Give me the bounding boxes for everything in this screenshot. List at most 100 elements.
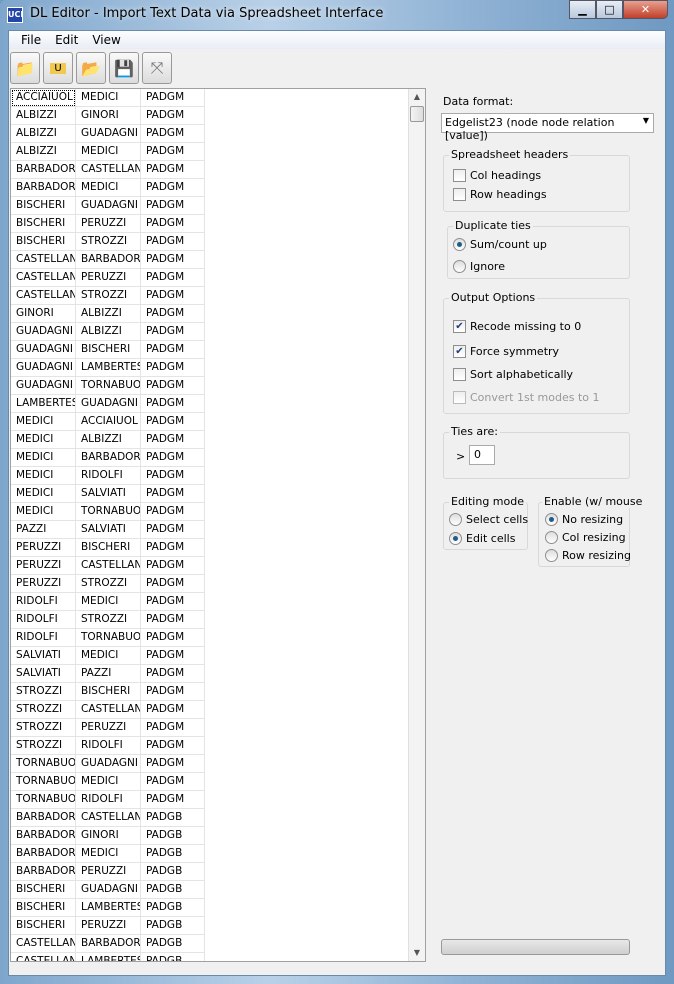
grid-cell[interactable]: MEDICI: [11, 467, 76, 485]
grid-cell[interactable]: TORNABUON: [11, 755, 76, 773]
grid-cell[interactable]: RIDOLFI: [11, 593, 76, 611]
grid-cell[interactable]: PADGB: [141, 827, 205, 845]
new-folder-button[interactable]: 📁: [10, 52, 40, 84]
grid-cell[interactable]: PADGB: [141, 881, 205, 899]
grid-cell[interactable]: MEDICI: [76, 845, 141, 863]
grid-cell[interactable]: RIDOLFI: [11, 611, 76, 629]
grid-cell[interactable]: GINORI: [76, 827, 141, 845]
grid-cell[interactable]: PERUZZI: [76, 863, 141, 881]
grid-cell[interactable]: GUADAGNI: [11, 341, 76, 359]
grid-cell[interactable]: PADGM: [141, 89, 205, 107]
save-button[interactable]: 💾: [109, 52, 139, 84]
grid-cell[interactable]: GUADAGNI: [11, 377, 76, 395]
grid-cell[interactable]: MEDICI: [76, 647, 141, 665]
grid-cell[interactable]: SALVIATI: [11, 665, 76, 683]
grid-cell[interactable]: PADGM: [141, 719, 205, 737]
menu-view[interactable]: View: [85, 31, 127, 49]
grid-cell[interactable]: PADGM: [141, 179, 205, 197]
vertical-scrollbar[interactable]: ▲ ▼: [408, 89, 425, 961]
grid-cell[interactable]: GINORI: [76, 107, 141, 125]
scroll-thumb[interactable]: [410, 106, 424, 122]
sum-count-radio[interactable]: Sum/count up: [453, 238, 547, 251]
grid-cell[interactable]: STROZZI: [76, 611, 141, 629]
grid-cell[interactable]: MEDICI: [76, 773, 141, 791]
grid-cell[interactable]: PAZZI: [11, 521, 76, 539]
compress-button[interactable]: ⤧: [142, 52, 172, 84]
grid-cell[interactable]: PADGB: [141, 845, 205, 863]
grid-cell[interactable]: STROZZI: [76, 287, 141, 305]
grid-cell[interactable]: LAMBERTES: [76, 899, 141, 917]
grid-cell[interactable]: BISCHERI: [76, 341, 141, 359]
grid-cell[interactable]: PERUZZI: [11, 539, 76, 557]
grid-cell[interactable]: BISCHERI: [11, 233, 76, 251]
grid-cell[interactable]: ALBIZZI: [76, 431, 141, 449]
grid-cell[interactable]: BARBADORI: [11, 845, 76, 863]
grid-cell[interactable]: PADGM: [141, 647, 205, 665]
grid-cell[interactable]: LAMBERTES: [76, 359, 141, 377]
grid-cell[interactable]: PADGB: [141, 899, 205, 917]
grid-cell[interactable]: STROZZI: [11, 737, 76, 755]
grid-cell[interactable]: PADGM: [141, 791, 205, 809]
grid-cell[interactable]: BARBADORI: [11, 863, 76, 881]
grid-cell[interactable]: PADGM: [141, 755, 205, 773]
grid-cell[interactable]: ALBIZZI: [76, 323, 141, 341]
grid-cell[interactable]: BISCHERI: [11, 215, 76, 233]
grid-cell[interactable]: PADGM: [141, 197, 205, 215]
grid-cell[interactable]: SALVIATI: [76, 485, 141, 503]
grid-cell[interactable]: SALVIATI: [11, 647, 76, 665]
grid-cell[interactable]: MEDICI: [11, 485, 76, 503]
grid-cell[interactable]: RIDOLFI: [76, 791, 141, 809]
scroll-down-arrow[interactable]: ▼: [409, 945, 425, 961]
grid-cell[interactable]: PADGB: [141, 917, 205, 935]
grid-cell[interactable]: PADGM: [141, 593, 205, 611]
grid-cell[interactable]: TORNABUON: [76, 629, 141, 647]
grid-cell[interactable]: PAZZI: [76, 665, 141, 683]
grid-cell[interactable]: PERUZZI: [76, 215, 141, 233]
grid-cell[interactable]: GUADAGNI: [76, 125, 141, 143]
grid-cell[interactable]: PERUZZI: [76, 269, 141, 287]
grid-cell[interactable]: PADGM: [141, 557, 205, 575]
grid-cell[interactable]: PADGM: [141, 683, 205, 701]
grid-cell[interactable]: PADGM: [141, 773, 205, 791]
grid-cell[interactable]: PADGM: [141, 449, 205, 467]
convert-modes-checkbox[interactable]: Convert 1st modes to 1: [453, 391, 600, 404]
grid-cell[interactable]: PADGB: [141, 953, 205, 961]
grid-cell[interactable]: RIDOLFI: [76, 467, 141, 485]
grid-cell[interactable]: MEDICI: [11, 413, 76, 431]
grid-cell[interactable]: STROZZI: [76, 575, 141, 593]
grid-cell[interactable]: ACCIAIUOL: [11, 89, 76, 107]
grid-cell[interactable]: RIDOLFI: [76, 737, 141, 755]
grid-cell[interactable]: PADGM: [141, 467, 205, 485]
grid-cell[interactable]: BISCHERI: [76, 683, 141, 701]
grid-cell[interactable]: PADGM: [141, 305, 205, 323]
grid-cell[interactable]: CASTELLAN: [76, 809, 141, 827]
grid-cell[interactable]: PADGM: [141, 431, 205, 449]
grid-cell[interactable]: PADGM: [141, 251, 205, 269]
grid-cell[interactable]: STROZZI: [11, 719, 76, 737]
ignore-radio[interactable]: Ignore: [453, 260, 505, 273]
grid-cell[interactable]: PADGM: [141, 665, 205, 683]
sort-alphabetically-checkbox[interactable]: Sort alphabetically: [453, 368, 573, 381]
grid-cell[interactable]: GUADAGNI: [11, 323, 76, 341]
grid-cell[interactable]: MEDICI: [76, 143, 141, 161]
grid-cell[interactable]: BARBADORI: [11, 179, 76, 197]
grid-cell[interactable]: PADGM: [141, 485, 205, 503]
grid-cell[interactable]: LAMBERTES: [76, 953, 141, 961]
open-u-button[interactable]: U: [43, 52, 73, 84]
grid-cell[interactable]: CASTELLAN: [11, 935, 76, 953]
grid-cell[interactable]: SALVIATI: [76, 521, 141, 539]
grid-cell[interactable]: BISCHERI: [76, 539, 141, 557]
grid-cell[interactable]: ALBIZZI: [11, 125, 76, 143]
grid-cell[interactable]: PERUZZI: [11, 557, 76, 575]
grid-cell[interactable]: PADGM: [141, 377, 205, 395]
grid-cell[interactable]: PADGM: [141, 701, 205, 719]
grid-cell[interactable]: CASTELLAN: [11, 287, 76, 305]
grid-cell[interactable]: BARBADORI: [76, 935, 141, 953]
no-resizing-radio[interactable]: No resizing: [545, 513, 623, 526]
grid-cell[interactable]: PADGM: [141, 161, 205, 179]
open-button[interactable]: 📂: [76, 52, 106, 84]
grid-cell[interactable]: GUADAGNI: [76, 755, 141, 773]
grid-cell[interactable]: PADGM: [141, 539, 205, 557]
grid-cell[interactable]: PADGM: [141, 737, 205, 755]
grid-cell[interactable]: STROZZI: [11, 701, 76, 719]
